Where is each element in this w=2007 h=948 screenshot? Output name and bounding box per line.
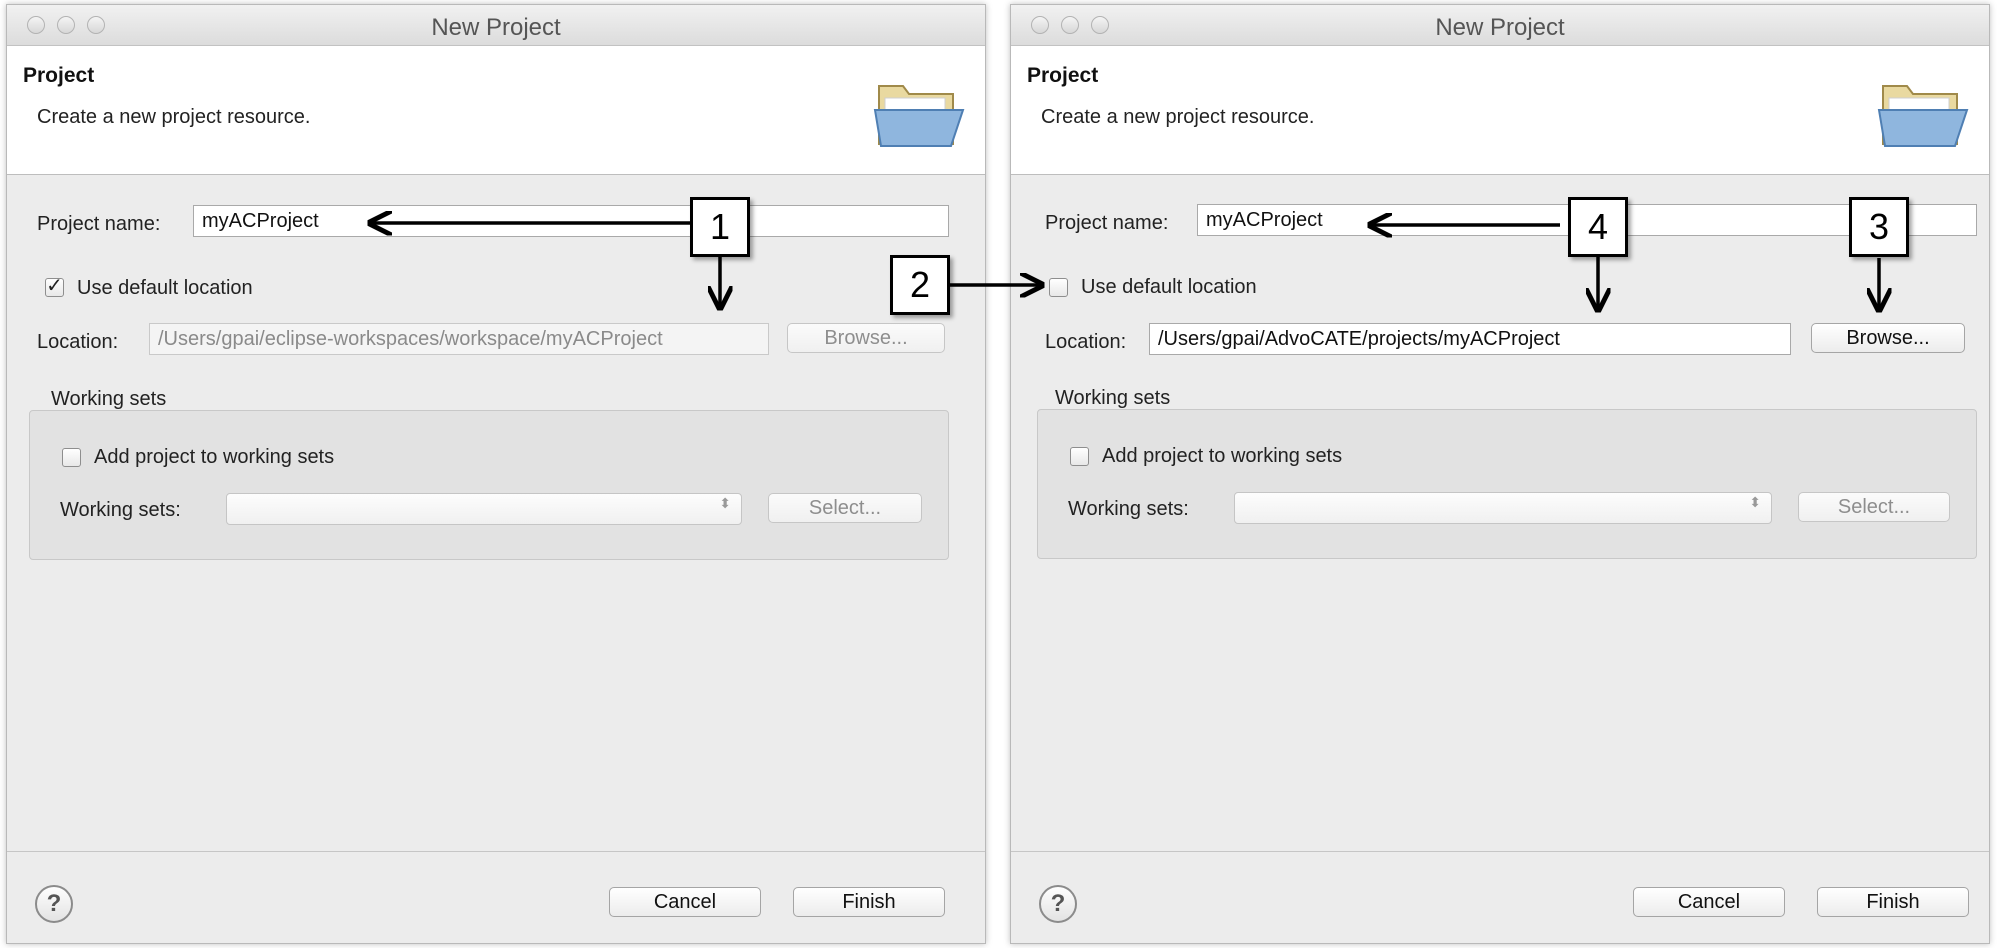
cancel-button[interactable]: Cancel xyxy=(1633,887,1785,917)
cancel-button[interactable]: Cancel xyxy=(609,887,761,917)
use-default-location-checkbox[interactable]: ✓ xyxy=(45,275,64,297)
project-name-label: Project name: xyxy=(37,213,161,235)
callout-2: 2 xyxy=(890,255,950,315)
finish-button[interactable]: Finish xyxy=(793,887,945,917)
header-description: Create a new project resource. xyxy=(1041,106,1315,128)
callout-3: 3 xyxy=(1849,197,1909,257)
add-to-working-sets-checkbox[interactable] xyxy=(1070,447,1089,466)
folder-icon xyxy=(1877,85,1969,147)
working-sets-group-title: Working sets xyxy=(1055,387,1171,409)
working-sets-group-title: Working sets xyxy=(51,388,167,410)
location-input[interactable]: /Users/gpai/eclipse-workspaces/workspace… xyxy=(149,323,769,355)
select-arrows-icon: ⬍ xyxy=(1749,494,1761,510)
help-icon[interactable]: ? xyxy=(35,885,73,923)
add-to-working-sets-label: Add project to working sets xyxy=(94,446,335,468)
checkmark-icon: ✓ xyxy=(46,275,63,297)
wizard-header: Project Create a new project resource. xyxy=(1011,46,1989,175)
header-title: Project xyxy=(23,64,95,87)
add-to-working-sets-label: Add project to working sets xyxy=(1102,445,1343,467)
working-sets-select[interactable]: ⬍ xyxy=(226,493,742,525)
working-sets-group: Add project to working sets Working sets… xyxy=(1037,409,1977,559)
use-default-location-checkbox[interactable] xyxy=(1049,278,1068,297)
working-sets-select[interactable]: ⬍ xyxy=(1234,492,1772,524)
window-title: New Project xyxy=(431,14,561,41)
window-title: New Project xyxy=(1435,14,1565,41)
folder-icon xyxy=(873,85,965,147)
title-bar[interactable]: New Project xyxy=(7,5,985,46)
header-description: Create a new project resource. xyxy=(37,106,311,128)
footer-divider xyxy=(1011,851,1989,852)
callout-4: 4 xyxy=(1568,197,1628,257)
location-input[interactable]: /Users/gpai/AdvoCATE/projects/myACProjec… xyxy=(1149,323,1791,355)
select-button[interactable]: Select... xyxy=(768,493,922,523)
location-label: Location: xyxy=(1045,331,1127,353)
project-name-label: Project name: xyxy=(1045,212,1169,234)
finish-button[interactable]: Finish xyxy=(1817,887,1969,917)
wizard-header: Project Create a new project resource. xyxy=(7,46,985,175)
location-label: Location: xyxy=(37,331,119,353)
select-arrows-icon: ⬍ xyxy=(719,495,731,511)
project-name-input[interactable]: myACProject xyxy=(193,205,949,237)
use-default-location-label: Use default location xyxy=(1081,276,1257,298)
new-project-dialog-default-location: New Project Project Create a new project… xyxy=(6,4,986,944)
footer-divider xyxy=(7,851,985,852)
add-to-working-sets-checkbox[interactable] xyxy=(62,448,81,467)
help-icon[interactable]: ? xyxy=(1039,885,1077,923)
header-title: Project xyxy=(1027,64,1099,87)
title-bar[interactable]: New Project xyxy=(1011,5,1989,46)
browse-button[interactable]: Browse... xyxy=(1811,323,1965,353)
working-sets-label: Working sets: xyxy=(1068,498,1189,520)
callout-1: 1 xyxy=(690,197,750,257)
working-sets-label: Working sets: xyxy=(60,499,181,521)
select-button[interactable]: Select... xyxy=(1798,492,1950,522)
new-project-dialog-custom-location: New Project Project Create a new project… xyxy=(1010,4,1990,944)
browse-button[interactable]: Browse... xyxy=(787,323,945,353)
working-sets-group: Add project to working sets Working sets… xyxy=(29,410,949,560)
use-default-location-label: Use default location xyxy=(77,277,253,299)
